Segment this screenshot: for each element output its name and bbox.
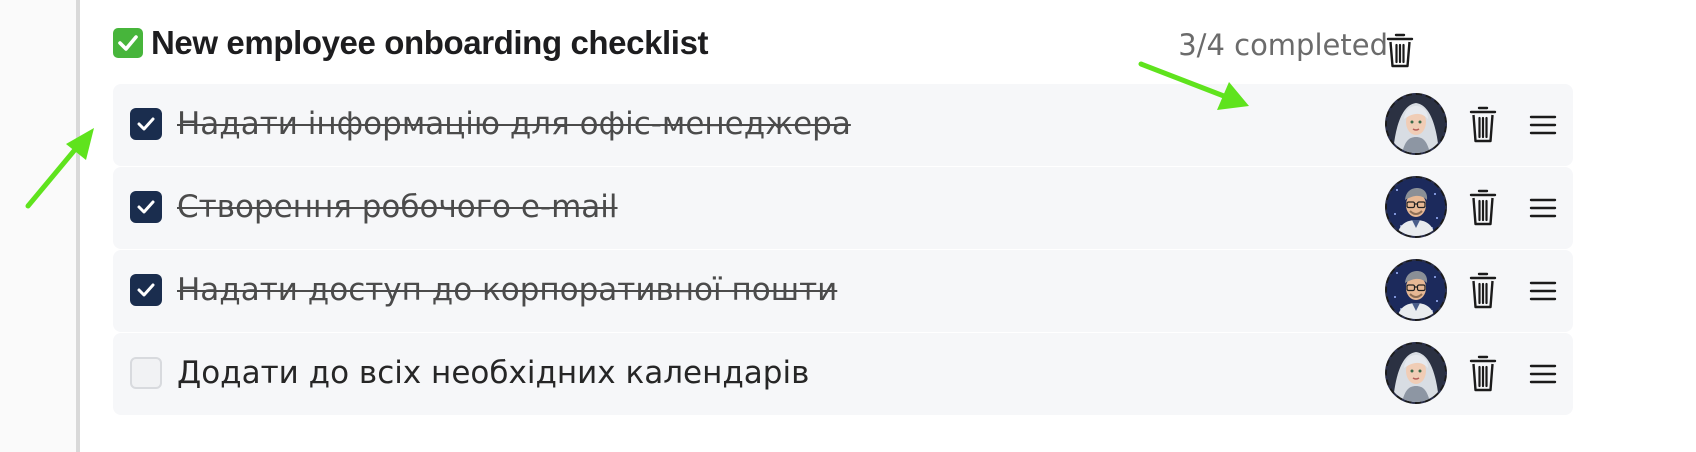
trash-icon: [1469, 189, 1497, 226]
checklist-item: Надати інформацію для офіс-менеджера: [113, 84, 1573, 166]
check-icon: [137, 283, 155, 297]
item-label[interactable]: Надати інформацію для офіс-менеджера: [177, 104, 851, 144]
checklist-panel: New employee onboarding checklist 3/4 co…: [113, 0, 1573, 452]
avatar-image: [1387, 95, 1445, 153]
check-mark-emoji-icon: [113, 28, 143, 58]
drag-handle-icon: [1529, 364, 1557, 384]
trash-icon: [1469, 106, 1497, 143]
checklist-title-text: New employee onboarding checklist: [151, 24, 709, 61]
delete-checklist-button[interactable]: [1385, 30, 1415, 70]
drag-handle[interactable]: [1528, 280, 1558, 302]
avatar-image: [1387, 261, 1445, 319]
item-checkbox[interactable]: [130, 108, 162, 140]
avatar-image: [1387, 344, 1445, 402]
delete-item-button[interactable]: [1468, 186, 1498, 228]
delete-item-button[interactable]: [1468, 352, 1498, 394]
trash-icon: [1469, 355, 1497, 392]
item-checkbox[interactable]: [130, 274, 162, 306]
drag-handle-icon: [1529, 281, 1557, 301]
assignee-avatar[interactable]: [1385, 342, 1447, 404]
drag-handle[interactable]: [1528, 114, 1558, 136]
item-label[interactable]: Створення робочого e-mail: [177, 187, 618, 227]
item-checkbox[interactable]: [130, 357, 162, 389]
checklist-item: Створення робочого e-mail: [113, 167, 1573, 249]
checklist-item: Додати до всіх необхідних календарів: [113, 333, 1573, 415]
item-label[interactable]: Надати доступ до корпоративної пошти: [177, 270, 837, 310]
drag-handle[interactable]: [1528, 363, 1558, 385]
completion-status: 3/4 completed: [1178, 28, 1388, 62]
item-label[interactable]: Додати до всіх необхідних календарів: [177, 353, 809, 393]
checklist-title: New employee onboarding checklist: [113, 24, 709, 62]
left-rail: [0, 0, 80, 452]
assignee-avatar[interactable]: [1385, 176, 1447, 238]
assignee-avatar[interactable]: [1385, 259, 1447, 321]
delete-item-button[interactable]: [1468, 269, 1498, 311]
drag-handle[interactable]: [1528, 197, 1558, 219]
check-icon: [137, 200, 155, 214]
check-icon: [137, 117, 155, 131]
delete-item-button[interactable]: [1468, 103, 1498, 145]
trash-icon: [1469, 272, 1497, 309]
checklist-item: Надати доступ до корпоративної пошти: [113, 250, 1573, 332]
trash-icon: [1386, 33, 1414, 68]
avatar-image: [1387, 178, 1445, 236]
item-checkbox[interactable]: [130, 191, 162, 223]
drag-handle-icon: [1529, 115, 1557, 135]
assignee-avatar[interactable]: [1385, 93, 1447, 155]
checklist-header: New employee onboarding checklist 3/4 co…: [113, 22, 1573, 72]
drag-handle-icon: [1529, 198, 1557, 218]
